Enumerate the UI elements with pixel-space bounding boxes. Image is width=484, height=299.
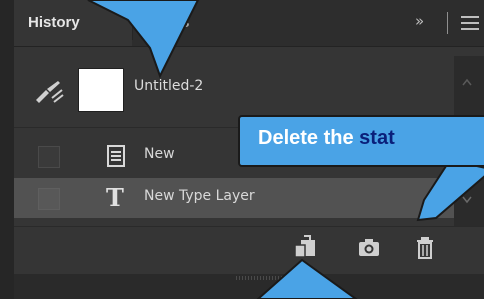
callout-text-highlight: stat (359, 127, 395, 149)
callout-arrow-bottom (256, 258, 358, 299)
callout-arrow-top (87, 0, 200, 79)
callout-arrow-trash (416, 158, 484, 222)
callout-text-prefix: Delete the (258, 127, 360, 149)
callout-text: Delete the stat (258, 127, 395, 150)
